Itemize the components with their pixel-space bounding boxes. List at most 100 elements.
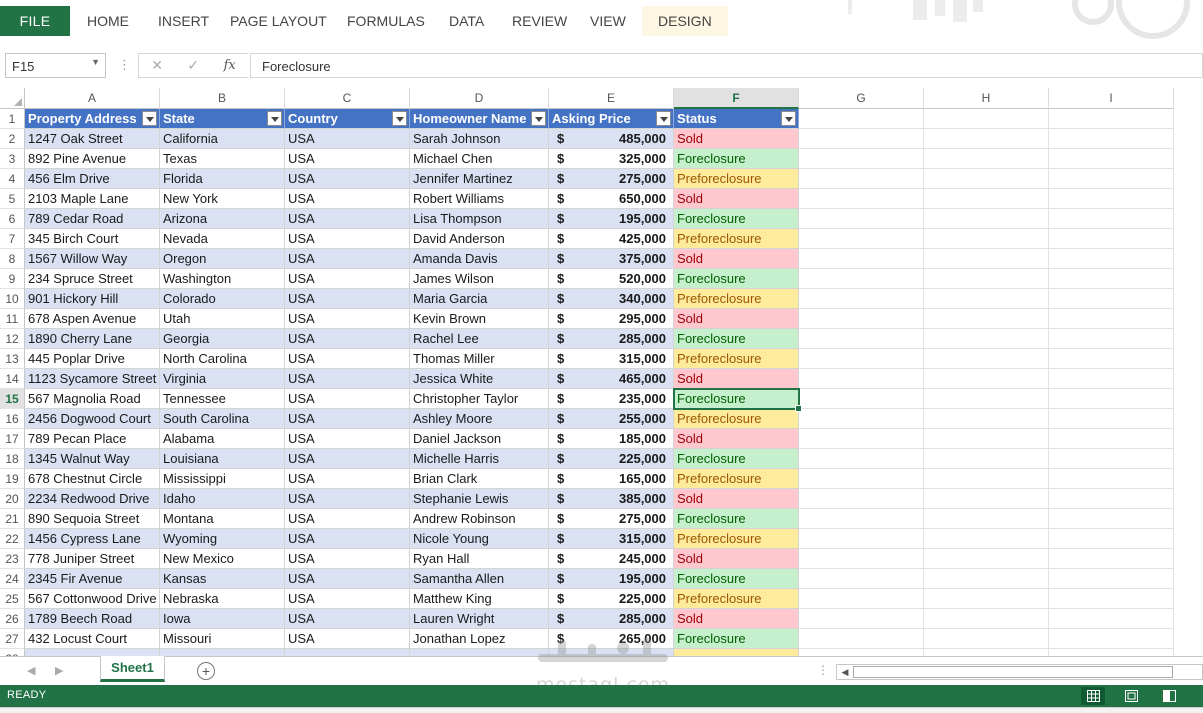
empty-cell[interactable] [799, 129, 924, 149]
table-cell[interactable]: Kansas [160, 569, 285, 589]
empty-cell[interactable] [1049, 589, 1174, 609]
row-header-8[interactable]: 8 [0, 249, 25, 269]
table-cell[interactable]: Michael Chen [410, 149, 549, 169]
empty-cell[interactable] [1049, 469, 1174, 489]
empty-cell[interactable] [1049, 489, 1174, 509]
table-cell[interactable]: 789 Pecan Place [25, 429, 160, 449]
row-header-27[interactable]: 27 [0, 629, 25, 649]
table-header-cell[interactable]: Property Address [25, 109, 160, 129]
empty-cell[interactable] [799, 369, 924, 389]
formula-input[interactable]: Foreclosure [250, 53, 1203, 78]
table-cell[interactable]: Stephanie Lewis [410, 489, 549, 509]
table-cell[interactable]: Jessica White [410, 369, 549, 389]
tab-view[interactable]: VIEW [590, 6, 626, 36]
table-cell[interactable]: 234 Spruce Street [25, 269, 160, 289]
column-header-b[interactable]: B [160, 88, 285, 109]
row-header-6[interactable]: 6 [0, 209, 25, 229]
row-header-28[interactable]: 28 [0, 649, 25, 656]
empty-cell[interactable] [799, 649, 924, 656]
price-cell[interactable]: $485,000 [549, 129, 674, 149]
table-cell[interactable]: 1247 Oak Street [25, 129, 160, 149]
table-cell[interactable]: 345 Birch Court [25, 229, 160, 249]
column-header-a[interactable]: A [25, 88, 160, 109]
filter-dropdown-icon[interactable] [656, 111, 671, 126]
table-cell[interactable]: Mississippi [160, 469, 285, 489]
table-cell[interactable]: 445 Poplar Drive [25, 349, 160, 369]
table-cell[interactable]: Wyoming [160, 529, 285, 549]
empty-cell[interactable] [1049, 409, 1174, 429]
table-cell[interactable]: Christopher Taylor [410, 389, 549, 409]
empty-cell[interactable] [799, 169, 924, 189]
row-header-25[interactable]: 25 [0, 589, 25, 609]
empty-cell[interactable] [924, 229, 1049, 249]
status-cell[interactable]: Preforeclosure [674, 469, 799, 489]
empty-cell[interactable] [799, 289, 924, 309]
empty-cell[interactable] [924, 389, 1049, 409]
row-header-17[interactable]: 17 [0, 429, 25, 449]
empty-cell[interactable] [924, 129, 1049, 149]
empty-cell[interactable] [799, 189, 924, 209]
table-cell[interactable]: USA [285, 209, 410, 229]
price-cell[interactable]: $520,000 [549, 269, 674, 289]
scrollbar-thumb[interactable] [853, 666, 1173, 678]
horizontal-scrollbar[interactable]: ◀ [836, 664, 1203, 680]
empty-cell[interactable] [1049, 369, 1174, 389]
table-cell[interactable]: USA [285, 169, 410, 189]
tab-insert[interactable]: INSERT [158, 6, 209, 36]
table-cell[interactable]: USA [285, 309, 410, 329]
table-header-cell[interactable]: Asking Price [549, 109, 674, 129]
empty-cell[interactable] [1049, 609, 1174, 629]
row-header-12[interactable]: 12 [0, 329, 25, 349]
table-cell[interactable]: 901 Hickory Hill [25, 289, 160, 309]
empty-cell[interactable] [799, 109, 924, 129]
table-cell[interactable]: 890 Sequoia Street [25, 509, 160, 529]
table-cell[interactable]: South Carolina [160, 409, 285, 429]
table-cell[interactable]: Nicole Young [410, 529, 549, 549]
table-cell[interactable]: 432 Locust Court [25, 629, 160, 649]
price-cell[interactable]: $165,000 [549, 469, 674, 489]
table-cell[interactable]: David Anderson [410, 229, 549, 249]
table-cell[interactable]: USA [285, 549, 410, 569]
row-header-19[interactable]: 19 [0, 469, 25, 489]
empty-cell[interactable] [1049, 569, 1174, 589]
column-header-g[interactable]: G [799, 88, 924, 109]
table-cell[interactable]: USA [285, 389, 410, 409]
price-cell[interactable]: $375,000 [549, 249, 674, 269]
status-cell[interactable]: Foreclosure [674, 329, 799, 349]
table-cell[interactable]: North Carolina [160, 349, 285, 369]
empty-cell[interactable] [799, 489, 924, 509]
empty-cell[interactable] [799, 469, 924, 489]
empty-cell[interactable] [799, 269, 924, 289]
price-cell[interactable]: $235,000 [549, 389, 674, 409]
price-cell[interactable]: $275,000 [549, 509, 674, 529]
empty-cell[interactable] [799, 329, 924, 349]
status-cell[interactable]: Preforeclosure [674, 349, 799, 369]
status-cell[interactable]: Preforeclosure [674, 529, 799, 549]
price-cell[interactable]: $315,000 [549, 349, 674, 369]
row-header-20[interactable]: 20 [0, 489, 25, 509]
table-cell[interactable]: Jonathan Lopez [410, 629, 549, 649]
empty-cell[interactable] [799, 529, 924, 549]
price-cell[interactable]: $225,000 [549, 589, 674, 609]
table-cell[interactable]: 2456 Dogwood Court [25, 409, 160, 429]
table-cell[interactable]: 2345 Fir Avenue [25, 569, 160, 589]
empty-cell[interactable] [924, 369, 1049, 389]
table-cell[interactable]: USA [285, 229, 410, 249]
price-cell[interactable]: $285,000 [549, 329, 674, 349]
table-cell[interactable]: 778 Juniper Street [25, 549, 160, 569]
status-cell[interactable]: Sold [674, 489, 799, 509]
empty-cell[interactable] [799, 209, 924, 229]
empty-cell[interactable] [924, 449, 1049, 469]
table-cell[interactable]: 892 Pine Avenue [25, 149, 160, 169]
empty-cell[interactable] [1049, 189, 1174, 209]
table-cell[interactable]: 678 Chestnut Circle [25, 469, 160, 489]
close-icon[interactable]: ✕ [151, 57, 163, 74]
empty-cell[interactable] [799, 349, 924, 369]
status-cell[interactable]: Sold [674, 369, 799, 389]
table-cell[interactable]: USA [285, 629, 410, 649]
table-cell[interactable]: Rachel Lee [410, 329, 549, 349]
page-break-view-icon[interactable] [1157, 687, 1181, 705]
table-cell[interactable]: 456 Elm Drive [25, 169, 160, 189]
empty-cell[interactable] [799, 389, 924, 409]
column-header-e[interactable]: E [549, 88, 674, 109]
